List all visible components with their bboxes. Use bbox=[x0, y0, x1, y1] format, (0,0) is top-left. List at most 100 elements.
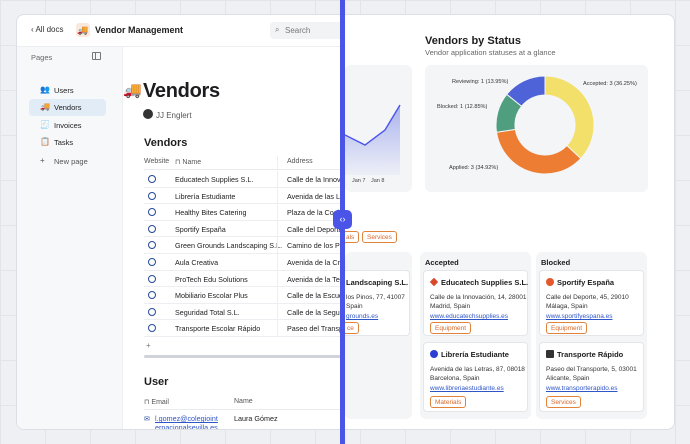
sidebar-item-invoices[interactable]: 🧾 Invoices bbox=[29, 117, 106, 134]
table-row[interactable]: Educatech Supplies S.L. Calle de la Innov… bbox=[144, 171, 342, 188]
column-header: Accepted bbox=[425, 258, 459, 267]
column-header[interactable]: ⊓ Name bbox=[175, 158, 201, 166]
donut-slice-applied[interactable] bbox=[495, 128, 582, 175]
column-divider bbox=[277, 171, 278, 187]
user-table-header: ⊓ Email Name bbox=[144, 396, 342, 410]
main-content: 🚚 Vendors JJ Englert Vendors Website ⊓ N… bbox=[123, 47, 342, 429]
card-address: los Pinos, 77, 41007 Spain bbox=[346, 294, 405, 310]
sidebar-item-users[interactable]: 👥 Users bbox=[29, 82, 106, 99]
mail-icon: ✉ bbox=[144, 414, 151, 423]
truck-icon: 🚚 bbox=[76, 23, 90, 37]
column-divider bbox=[277, 187, 278, 204]
column-divider bbox=[277, 303, 278, 320]
globe-icon[interactable] bbox=[148, 324, 156, 333]
vendor-name: Sportify España bbox=[175, 224, 226, 234]
column-header-label: Name bbox=[182, 159, 202, 166]
kanban-column-blocked: Blocked Sportify España Calle del Deport… bbox=[536, 252, 647, 419]
column-header[interactable]: Name bbox=[234, 398, 253, 405]
sidebar-toggle-icon[interactable] bbox=[92, 52, 101, 60]
right-window: Jan 7 Jan 8 Vendors by Status Vendor app… bbox=[345, 14, 675, 430]
add-row-button[interactable]: + bbox=[146, 341, 151, 350]
globe-icon[interactable] bbox=[148, 224, 156, 233]
kanban-card[interactable]: Librería Estudiante Avenida de las Letra… bbox=[423, 342, 528, 412]
table-row[interactable]: Sportify España Calle del Deporte bbox=[144, 220, 342, 238]
donut-slice-accepted[interactable] bbox=[544, 75, 595, 160]
vendor-name: Librería Estudiante bbox=[175, 191, 236, 201]
tasks-icon: 📋 bbox=[40, 137, 50, 146]
sidebar-item-tasks[interactable]: 📋 Tasks bbox=[29, 134, 106, 151]
sidebar-item-vendors[interactable]: 🚚 Vendors bbox=[29, 99, 106, 116]
card-link[interactable]: www.libreriaestudiante.es bbox=[430, 385, 504, 392]
filter-tag[interactable]: als bbox=[345, 231, 360, 243]
horizontal-scrollbar[interactable] bbox=[144, 355, 342, 358]
sidebar-item-new-page[interactable]: + New page bbox=[29, 153, 106, 170]
sidebar-item-label: Invoices bbox=[54, 121, 82, 130]
vendor-address: Calle de la Escuela bbox=[287, 291, 342, 301]
vendor-address: Paseo del Transporte bbox=[287, 324, 342, 334]
search-input[interactable]: ⌕ Search bbox=[270, 22, 342, 39]
globe-icon[interactable] bbox=[148, 241, 156, 250]
card-address: Paseo del Transporte, 5, 03001 Alicante, … bbox=[546, 366, 637, 382]
truck-icon: 🚚 bbox=[40, 102, 50, 111]
kanban-card[interactable]: Landscaping S.L. los Pinos, 77, 41007 Spa… bbox=[345, 270, 410, 336]
card-link[interactable]: www.sportifyespana.es bbox=[546, 313, 612, 320]
globe-icon[interactable] bbox=[148, 175, 156, 183]
card-tag: Services bbox=[546, 396, 581, 408]
table-row[interactable]: Mobiliario Escolar Plus Calle de la Escue… bbox=[144, 287, 342, 304]
vendor-address: Calle de la Innovación bbox=[287, 175, 342, 184]
card-title: Librería Estudiante bbox=[430, 350, 509, 359]
vendor-name: ProTech Edu Solutions bbox=[175, 274, 248, 284]
globe-icon[interactable] bbox=[148, 307, 156, 316]
kanban-card[interactable]: Transporte Rápido Paseo del Transporte, … bbox=[539, 342, 644, 412]
table-row[interactable]: Transporte Escolar Rápido Paseo del Trans… bbox=[144, 320, 342, 337]
globe-icon[interactable] bbox=[148, 258, 156, 266]
table-row[interactable]: Seguridad Total S.L. Calle de la Segurida… bbox=[144, 303, 342, 321]
user-row[interactable]: ✉ l.gomez@colegiointernacionalsevilla.es… bbox=[144, 413, 342, 429]
column-header[interactable]: Address bbox=[287, 158, 313, 165]
sidebar: Pages 👥 Users 🚚 Vendors 🧾 Invoices 📋 Tasks +… bbox=[17, 47, 123, 429]
vendor-name: Healthy Bites Catering bbox=[175, 208, 247, 218]
table-header: Website ⊓ Name Address bbox=[144, 156, 342, 170]
back-link[interactable]: ‹ All docs bbox=[31, 25, 63, 34]
card-title: Sportify España bbox=[546, 278, 614, 287]
vendor-name: Mobiliario Escolar Plus bbox=[175, 291, 248, 301]
table-row[interactable]: Aula Creativa Avenida de la Creatividad bbox=[144, 254, 342, 271]
column-header[interactable]: ⊓ Email bbox=[144, 398, 169, 406]
filter-tag-services[interactable]: Services bbox=[362, 231, 397, 243]
kanban-card[interactable]: Educatech Supplies S.L. Calle de la Inno… bbox=[423, 270, 528, 336]
table-row[interactable]: Green Grounds Landscaping S.L. Camino de … bbox=[144, 237, 342, 254]
vendor-name: Transporte Escolar Rápido bbox=[175, 324, 261, 334]
column-header[interactable]: Website bbox=[144, 158, 169, 165]
card-link[interactable]: grounds.es bbox=[346, 313, 378, 320]
globe-icon[interactable] bbox=[148, 274, 156, 283]
search-placeholder: Search bbox=[285, 26, 311, 35]
user-email[interactable]: l.gomez@colegiointernacionalsevilla.es bbox=[155, 414, 221, 429]
card-link[interactable]: www.transporterapido.es bbox=[546, 385, 618, 392]
table-row[interactable]: ProTech Edu Solutions Avenida de la Tecno… bbox=[144, 270, 342, 288]
line-chart: Jan 7 Jan 8 bbox=[345, 104, 401, 184]
globe-icon[interactable] bbox=[148, 291, 156, 300]
column-divider bbox=[277, 270, 278, 287]
vendor-address: Camino de los Pinos bbox=[287, 241, 342, 251]
kanban-card[interactable]: Sportify España Calle del Deporte, 45, 2… bbox=[539, 270, 644, 336]
column-header: Blocked bbox=[541, 258, 571, 267]
card-tag: Equipment bbox=[546, 322, 588, 334]
card-link[interactable]: www.educatechsupplies.es bbox=[430, 313, 508, 320]
line-chart-card: Jan 7 Jan 8 bbox=[345, 65, 412, 192]
table-row[interactable]: Librería Estudiante Avenida de las Letras bbox=[144, 187, 342, 205]
globe-icon[interactable] bbox=[148, 191, 156, 200]
column-divider bbox=[277, 156, 278, 169]
column-divider bbox=[277, 320, 278, 336]
search-icon: ⌕ bbox=[275, 25, 280, 34]
user-section-title: User bbox=[144, 376, 169, 388]
slice-label-applied: Applied: 3 (34.92%) bbox=[449, 165, 499, 171]
vendor-address: Avenida de las Letras bbox=[287, 191, 342, 201]
top-bar: ‹ All docs 🚚 Vendor Management ⌕ Search bbox=[17, 15, 342, 47]
table-row[interactable]: Healthy Bites Catering Plaza de la Cocina bbox=[144, 204, 342, 221]
slice-label-blocked: Blocked: 1 (12.85%) bbox=[437, 104, 488, 110]
owner: JJ Englert bbox=[143, 109, 192, 120]
sidebar-item-label: Vendors bbox=[54, 103, 82, 112]
vendor-address: Avenida de la Creatividad bbox=[287, 258, 342, 267]
globe-icon[interactable] bbox=[148, 208, 156, 217]
compare-handle-icon[interactable]: ‹› bbox=[333, 210, 352, 229]
